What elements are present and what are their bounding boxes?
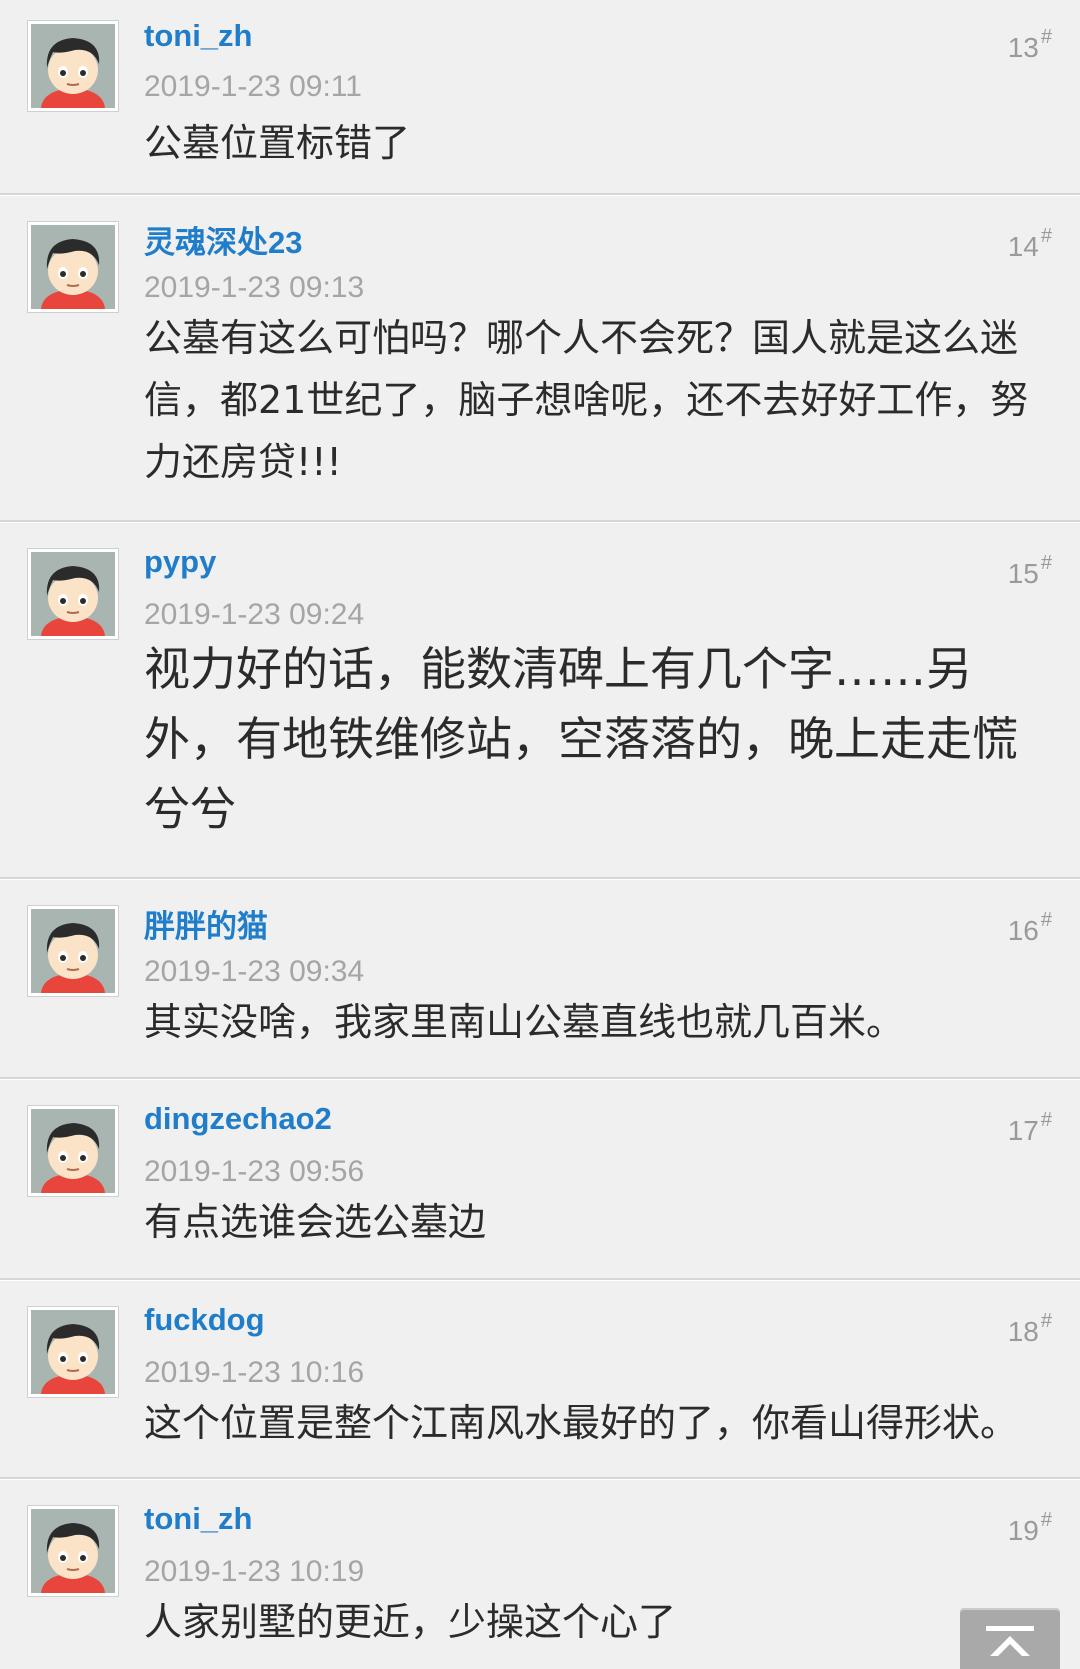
- username[interactable]: toni_zh: [144, 18, 253, 54]
- comment-text: 其实没啥，我家里南山公墓直线也就几百米。: [144, 1000, 905, 1044]
- comment-post: fuckdog 18 # 2019-1-23 10:16 这个位置是整个江南风水最…: [0, 1280, 1080, 1479]
- avatar[interactable]: [27, 548, 119, 640]
- avatar[interactable]: [27, 905, 119, 997]
- avatar[interactable]: [27, 1306, 119, 1398]
- floor-number: 17 #: [1007, 1109, 1052, 1146]
- arrow-up-icon: [986, 1626, 1034, 1656]
- default-boy-avatar-icon: [31, 1310, 115, 1394]
- comment-text: 人家别墅的更近，少操这个心了: [144, 1600, 677, 1644]
- avatar[interactable]: [27, 1505, 119, 1597]
- floor-number: 15 #: [1007, 552, 1052, 589]
- username[interactable]: 灵魂深处23: [144, 217, 302, 262]
- post-timestamp: 2019-1-23 09:34: [144, 955, 365, 988]
- comment-text: 有点选谁会选公墓边: [144, 1200, 487, 1244]
- floor-number: 13 #: [1007, 26, 1052, 63]
- post-timestamp: 2019-1-23 09:13: [144, 271, 365, 304]
- post-timestamp: 2019-1-23 10:19: [144, 1555, 365, 1588]
- default-boy-avatar-icon: [31, 225, 115, 309]
- post-timestamp: 2019-1-23 09:11: [144, 70, 362, 103]
- floor-number: 19 #: [1007, 1509, 1052, 1546]
- username[interactable]: fuckdog: [144, 1302, 265, 1338]
- username[interactable]: toni_zh: [144, 1501, 253, 1537]
- floor-number: 16 #: [1007, 909, 1052, 946]
- comment-text: 公墓位置标错了: [144, 121, 411, 165]
- comment-post: toni_zh 19 # 2019-1-23 10:19 人家别墅的更近，少操这个…: [0, 1479, 1080, 1669]
- comment-post: 胖胖的猫 16 # 2019-1-23 09:34 其实没啥，我家里南山公墓直线也…: [0, 879, 1080, 1079]
- comment-text: 视力好的话，能数清碑上有几个字……另外，有地铁维修站，空落落的，晚上走走慌兮兮: [144, 642, 1018, 836]
- default-boy-avatar-icon: [31, 909, 115, 993]
- username[interactable]: dingzechao2: [144, 1101, 332, 1137]
- back-to-top-button[interactable]: [960, 1608, 1060, 1669]
- comment-text: 公墓有这么可怕吗？哪个人不会死？国人就是这么迷信，都21世纪了，脑子想啥呢，还不…: [144, 316, 1029, 484]
- default-boy-avatar-icon: [31, 552, 115, 636]
- comment-thread: toni_zh 13 # 2019-1-23 09:11 公墓位置标错了 灵魂深处…: [0, 0, 1080, 1669]
- avatar[interactable]: [27, 20, 119, 112]
- avatar[interactable]: [27, 1105, 119, 1197]
- comment-post: 灵魂深处23 14 # 2019-1-23 09:13 公墓有这么可怕吗？哪个人不…: [0, 195, 1080, 522]
- floor-number: 14 #: [1007, 225, 1052, 262]
- comment-post: toni_zh 13 # 2019-1-23 09:11 公墓位置标错了: [0, 0, 1080, 195]
- default-boy-avatar-icon: [31, 1509, 115, 1593]
- floor-number: 18 #: [1007, 1310, 1052, 1347]
- comment-text: 这个位置是整个江南风水最好的了，你看山得形状。: [144, 1401, 1019, 1445]
- post-timestamp: 2019-1-23 09:24: [144, 598, 365, 631]
- post-timestamp: 2019-1-23 09:56: [144, 1155, 365, 1188]
- username[interactable]: pypy: [144, 544, 216, 580]
- post-timestamp: 2019-1-23 10:16: [144, 1356, 365, 1389]
- comment-post: pypy 15 # 2019-1-23 09:24 视力好的话，能数清碑上有几个字…: [0, 522, 1080, 879]
- comment-post: dingzechao2 17 # 2019-1-23 09:56 有点选谁会选公墓…: [0, 1079, 1080, 1280]
- username[interactable]: 胖胖的猫: [144, 901, 268, 946]
- avatar[interactable]: [27, 221, 119, 313]
- default-boy-avatar-icon: [31, 1109, 115, 1193]
- default-boy-avatar-icon: [31, 24, 115, 108]
